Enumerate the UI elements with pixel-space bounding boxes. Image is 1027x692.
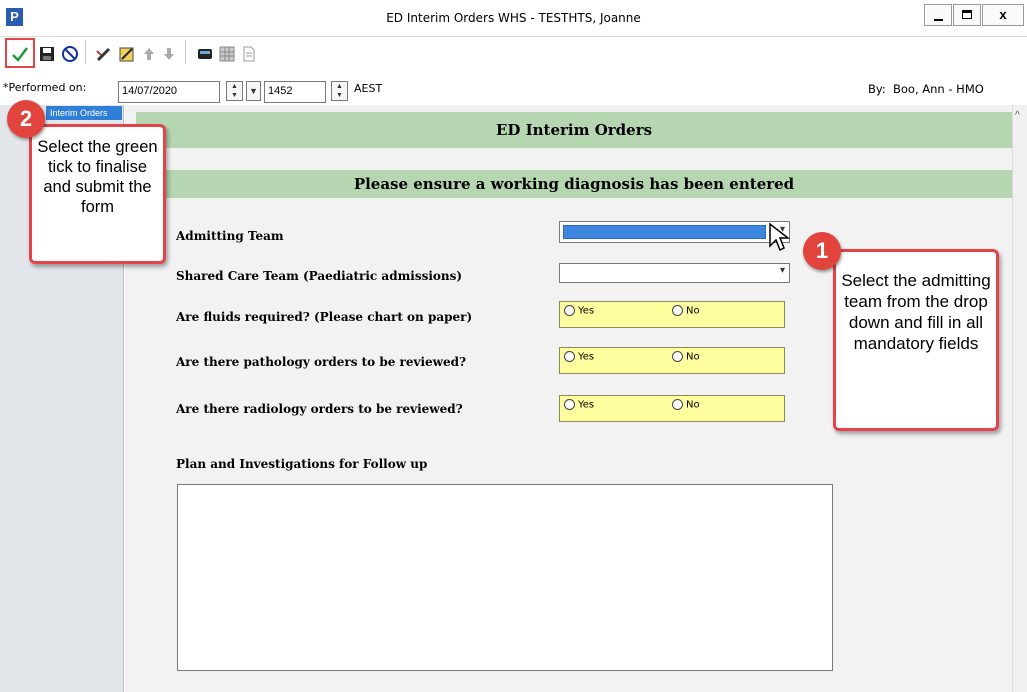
radiology-no-radio[interactable]: No (672, 399, 700, 411)
pathology-no-radio[interactable]: No (672, 351, 700, 363)
nav-item-interim-orders[interactable]: Interim Orders (46, 106, 122, 120)
performed-on-label: *Performed on: (3, 81, 87, 94)
performed-date-field[interactable]: 14/07/2020 (118, 81, 220, 103)
edit-form-icon[interactable] (118, 45, 136, 63)
performed-time-field[interactable]: 1452 (264, 81, 326, 103)
edit-pen-icon[interactable] (95, 45, 113, 63)
minimize-button[interactable] (924, 4, 952, 26)
shared-care-dropdown[interactable]: ▾ (559, 263, 790, 283)
chevron-down-icon[interactable]: ▾ (780, 265, 785, 276)
radiology-radio-group: Yes No (559, 395, 785, 422)
close-icon: x (999, 7, 1007, 22)
admitting-team-dropdown[interactable]: ▾ (559, 221, 790, 243)
mouse-cursor-icon (769, 222, 791, 252)
admitting-team-label: Admitting Team (176, 229, 284, 243)
shared-care-label: Shared Care Team (Paediatric admissions) (176, 269, 463, 283)
by-label: By: (868, 82, 886, 96)
instruction-callout-1: Select the admitting team from the drop … (833, 249, 999, 431)
instruction-callout-2: Select the green tick to finalise and su… (29, 124, 166, 264)
date-spinner[interactable]: ▲ ▼ (226, 81, 243, 101)
scroll-up-icon[interactable]: ^ (1015, 110, 1020, 121)
plan-textarea[interactable] (177, 484, 833, 671)
window-title: ED Interim Orders WHS - TESTHTS, Joanne (386, 11, 641, 25)
save-icon[interactable] (38, 45, 56, 63)
title-bar: P ED Interim Orders WHS - TESTHTS, Joann… (0, 0, 1027, 37)
vertical-scrollbar[interactable] (1012, 105, 1027, 692)
form-subheader: Please ensure a working diagnosis has be… (136, 170, 1012, 198)
date-dropdown-arrow[interactable]: ▼ (246, 81, 261, 101)
maximize-button[interactable] (953, 4, 981, 26)
toolbar-separator (85, 40, 86, 64)
grid-icon[interactable] (218, 45, 236, 63)
fluids-label: Are fluids required? (Please chart on pa… (176, 310, 473, 324)
step-badge-2: 2 (7, 100, 45, 138)
by-value: Boo, Ann - HMO (893, 82, 984, 96)
pathology-yes-radio[interactable]: Yes (564, 351, 594, 363)
document-icon[interactable] (240, 45, 258, 63)
pathology-label: Are there pathology orders to be reviewe… (176, 355, 467, 369)
step-badge-1: 1 (803, 232, 841, 270)
down-arrow-icon[interactable] (160, 45, 178, 63)
form-header: ED Interim Orders (136, 112, 1012, 148)
radiology-label: Are there radiology orders to be reviewe… (176, 402, 463, 416)
fluids-radio-group: Yes No (559, 301, 785, 328)
dropdown-selection-highlight (563, 225, 766, 239)
toolbar-separator (185, 40, 186, 64)
pathology-radio-group: Yes No (559, 347, 785, 374)
radiology-yes-radio[interactable]: Yes (564, 399, 594, 411)
close-button[interactable]: x (982, 4, 1024, 26)
tick-highlight-box (5, 38, 35, 68)
plan-label: Plan and Investigations for Follow up (176, 457, 428, 471)
time-spinner[interactable]: ▲ ▼ (331, 81, 348, 101)
fluids-yes-radio[interactable]: Yes (564, 305, 594, 317)
fluids-no-radio[interactable]: No (672, 305, 700, 317)
timezone-label: AEST (354, 82, 383, 95)
cancel-icon[interactable] (61, 45, 79, 63)
up-arrow-icon[interactable] (140, 45, 158, 63)
calculator-icon[interactable] (196, 45, 214, 63)
